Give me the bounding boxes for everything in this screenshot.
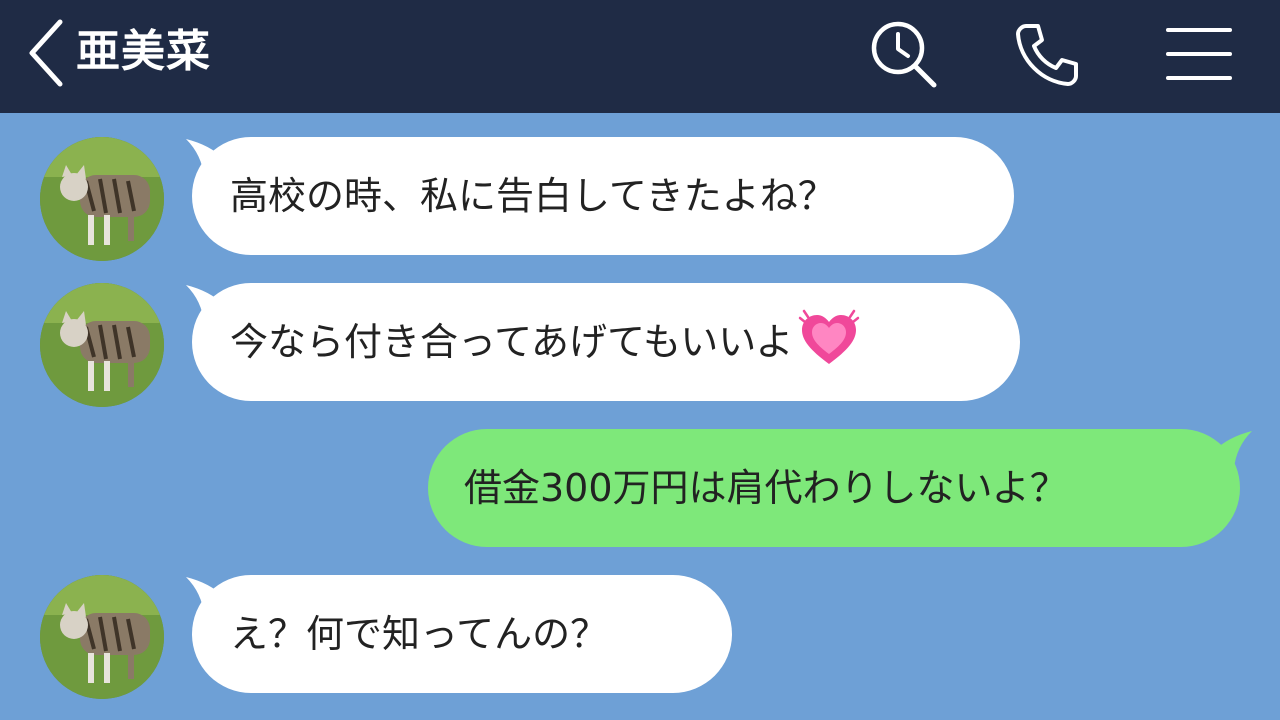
message-bubble-incoming[interactable]: え？何で知ってんの？ [192,575,732,693]
avatar[interactable] [40,283,164,407]
menu-icon[interactable] [1162,18,1234,90]
contact-name[interactable]: 亜美菜 [76,20,211,84]
message-bubble-incoming[interactable]: 今なら付き合ってあげてもいいよ [192,283,1020,401]
avatar[interactable] [40,575,164,699]
chat-area[interactable]: 高校の時、私に告白してきたよね？ 今なら付き合ってあげてもいいよ 借金300万円… [0,113,1280,720]
message-text: え？何で知ってんの？ [230,612,609,656]
avatar[interactable] [40,137,164,261]
message-text: 高校の時、私に告白してきたよね？ [230,174,836,218]
phone-icon[interactable] [1012,18,1084,90]
chevron-left-icon[interactable] [22,18,68,88]
growing-heart-emoji [798,309,859,364]
search-history-icon[interactable] [866,18,938,90]
message-text: 借金300万円は肩代わりしないよ？ [464,466,1068,510]
chat-header: 亜美菜 [0,0,1280,113]
message-bubble-incoming[interactable]: 高校の時、私に告白してきたよね？ [192,137,1014,255]
message-bubble-outgoing[interactable]: 借金300万円は肩代わりしないよ？ [428,429,1240,547]
message-text: 今なら付き合ってあげてもいいよ [230,320,794,364]
